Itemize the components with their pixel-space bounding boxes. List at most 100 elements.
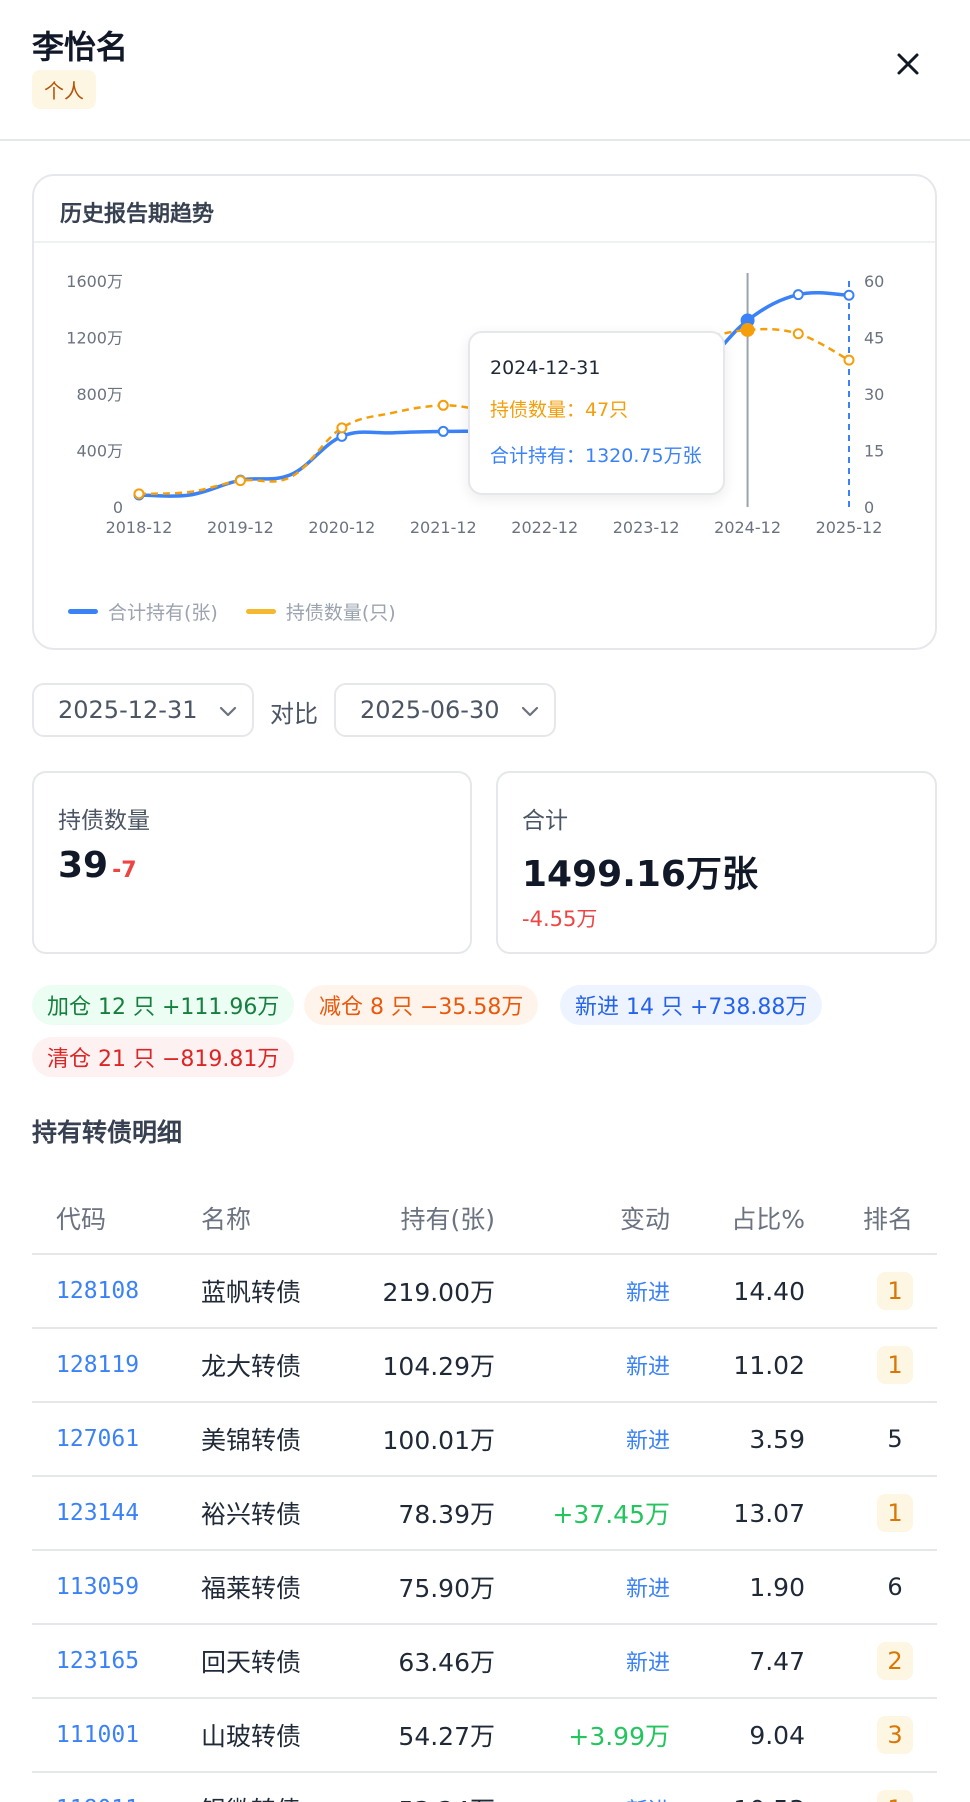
bond-holding: 53.24万	[398, 1773, 495, 1802]
x-axis-tick-label: 2018-12	[106, 518, 173, 537]
bond-code-link[interactable]: 118011	[56, 1773, 139, 1802]
chip-new-position[interactable]: 新进 14 只 +738.88万	[560, 985, 823, 1025]
bond-change: 新进	[625, 1281, 670, 1306]
total-holding-value: 1499.16万张	[522, 854, 758, 895]
data-point-count[interactable]	[336, 422, 348, 434]
bond-rank: 5	[887, 1425, 903, 1453]
bond-percent: 3.59	[749, 1424, 805, 1454]
chip-reduce-position[interactable]: 减仓 8 只 −35.58万	[304, 985, 539, 1025]
bond-code-link[interactable]: 128108	[56, 1255, 139, 1327]
compare-label: 对比	[270, 700, 318, 728]
bond-holding: 75.90万	[398, 1574, 495, 1603]
table-row[interactable]: 113059 福莱转债 75.90万 新进 1.90 6	[32, 1551, 937, 1625]
bond-change: 新进	[625, 1577, 670, 1602]
bond-name: 银微转债	[201, 1773, 301, 1802]
bond-holding: 100.01万	[382, 1426, 495, 1455]
column-header-rank[interactable]: 排名	[863, 1183, 913, 1253]
bond-name: 美锦转债	[201, 1426, 302, 1455]
x-axis-tick-label: 2024-12	[714, 518, 781, 537]
column-header-code[interactable]: 代码	[56, 1183, 106, 1253]
column-header-name[interactable]: 名称	[201, 1183, 251, 1253]
holdings-detail-title: 持有转债明细	[32, 1118, 183, 1147]
table-row[interactable]: 128108 蓝帆转债 219.00万 新进 14.40 1	[32, 1255, 937, 1329]
bond-percent: 1.90	[749, 1572, 805, 1602]
table-row[interactable]: 123165 回天转债 63.46万 新进 7.47 2	[32, 1625, 937, 1699]
y-axis-right-tick-label: 45	[864, 329, 884, 348]
table-row[interactable]: 111001 山玻转债 54.27万 +3.99万 9.04 3	[32, 1699, 937, 1773]
tooltip-date: 2024-12-31	[490, 357, 601, 379]
current-period-value: 2025-12-31	[58, 696, 198, 724]
bond-rank: 1	[877, 1494, 913, 1532]
legend-label-total: 合计持有(张)	[108, 602, 218, 624]
bond-holding: 219.00万	[382, 1278, 495, 1307]
y-axis-left-tick-label: 1200万	[66, 329, 123, 348]
column-header-percent[interactable]: 占比%	[731, 1183, 805, 1253]
total-holding-card: 合计 1499.16万张 -4.55万	[496, 771, 937, 954]
chart-card-header: 历史报告期趋势	[34, 176, 935, 243]
current-period-select[interactable]: 2025-12-31	[32, 683, 254, 737]
data-point-total[interactable]	[843, 289, 855, 301]
legend-swatch-count	[245, 609, 276, 614]
bond-rank-cell: 2	[877, 1625, 913, 1697]
table-row[interactable]: 128119 龙大转债 104.29万 新进 11.02 1	[32, 1329, 937, 1403]
bond-code-link[interactable]: 113059	[56, 1551, 139, 1623]
bond-count-delta: -7	[112, 858, 137, 883]
bond-code-link[interactable]: 111001	[56, 1699, 139, 1771]
bond-change: 新进	[625, 1651, 670, 1676]
chart-legend: 合计持有(张) 持债数量(只)	[68, 598, 396, 625]
bond-code-link[interactable]: 123165	[56, 1625, 139, 1697]
bond-code-link[interactable]: 127061	[56, 1403, 139, 1475]
data-point-total[interactable]	[437, 425, 449, 437]
bond-holding: 54.27万	[398, 1722, 495, 1751]
y-axis-right-tick-label: 30	[864, 385, 884, 404]
bond-rank-cell: 1	[877, 1255, 913, 1327]
y-axis-right-tick-label: 0	[864, 498, 874, 517]
bond-code-link[interactable]: 128119	[56, 1329, 139, 1401]
bond-change: +37.45万	[552, 1500, 670, 1529]
data-point-count[interactable]	[437, 399, 449, 411]
data-point-count[interactable]	[843, 354, 855, 366]
bond-name: 裕兴转债	[201, 1500, 302, 1529]
table-row[interactable]: 118011 银微转债 53.24万 新进 10.53 1	[32, 1773, 937, 1802]
person-name: 李怡名	[32, 28, 129, 66]
chip-add-position[interactable]: 加仓 12 只 +111.96万	[32, 985, 295, 1025]
bond-rank-cell: 3	[877, 1699, 913, 1771]
data-point-count[interactable]	[234, 475, 246, 487]
person-type-badge: 个人	[32, 70, 96, 109]
bond-rank: 2	[877, 1642, 913, 1680]
bond-name: 福莱转债	[201, 1574, 302, 1603]
bond-change: 新进	[625, 1355, 670, 1380]
data-point-count[interactable]	[792, 328, 804, 340]
data-point-total[interactable]	[792, 289, 804, 301]
legend-item-total[interactable]: 合计持有(张)	[68, 598, 218, 625]
bond-holding: 104.29万	[382, 1352, 495, 1381]
table-row[interactable]: 127061 美锦转债 100.01万 新进 3.59 5	[32, 1403, 937, 1477]
bond-percent: 14.40	[733, 1276, 805, 1306]
table-row[interactable]: 123144 裕兴转债 78.39万 +37.45万 13.07 1	[32, 1477, 937, 1551]
bond-name: 蓝帆转债	[201, 1278, 302, 1307]
bond-count-card: 持债数量 39 -7	[32, 771, 472, 954]
x-axis-tick-label: 2020-12	[308, 518, 375, 537]
chevron-down-icon	[518, 699, 542, 729]
compare-period-select[interactable]: 2025-06-30	[334, 683, 556, 737]
bond-rank-cell: 5	[877, 1403, 913, 1475]
y-axis-right-tick-label: 15	[864, 442, 884, 461]
y-axis-left-tick-label: 1600万	[66, 272, 123, 291]
bond-rank: 6	[887, 1573, 903, 1601]
data-point-count[interactable]	[133, 488, 145, 500]
column-header-change[interactable]: 变动	[620, 1183, 670, 1253]
column-header-holding[interactable]: 持有(张)	[400, 1183, 495, 1253]
chart-title: 历史报告期趋势	[60, 202, 215, 227]
close-icon[interactable]	[888, 44, 928, 84]
bond-percent: 7.47	[749, 1646, 805, 1676]
data-point-count[interactable]	[740, 322, 755, 337]
bond-count-value: 39 -7	[58, 845, 137, 886]
legend-label-count: 持债数量(只)	[285, 602, 396, 624]
compare-period-value: 2025-06-30	[360, 696, 500, 724]
bond-rank: 1	[877, 1790, 913, 1802]
chip-cleared-position[interactable]: 清仓 21 只 −819.81万	[32, 1037, 295, 1077]
legend-item-count[interactable]: 持债数量(只)	[245, 598, 396, 625]
x-axis-tick-label: 2019-12	[207, 518, 274, 537]
bond-code-link[interactable]: 123144	[56, 1477, 139, 1549]
bond-rank-cell: 1	[877, 1329, 913, 1401]
